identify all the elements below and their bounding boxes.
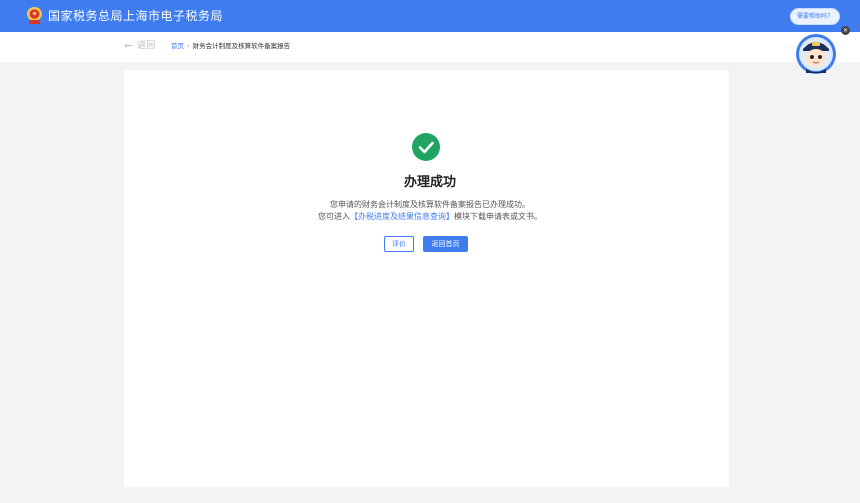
return-home-button[interactable]: 返回首页 xyxy=(423,236,468,252)
breadcrumb-current: 财务会计制度及核算软件备案报告 xyxy=(192,42,291,50)
breadcrumb-home-link[interactable]: 首页 xyxy=(171,42,184,51)
result-description-line2: 您可进入【办税进度及结果信息查询】模块下载申请表或文书。 xyxy=(0,211,860,222)
progress-query-link[interactable]: 【办税进度及结果信息查询】 xyxy=(350,212,454,221)
success-check-icon xyxy=(412,133,440,161)
help-button[interactable]: 需要帮助吗？ xyxy=(790,8,840,25)
tax-assistant-avatar-icon[interactable] xyxy=(795,33,837,75)
site-title: 国家税务总局上海市电子税务局 xyxy=(48,9,224,23)
result-title: 办理成功 xyxy=(403,175,456,190)
back-button[interactable]: ← 返回 xyxy=(124,40,155,52)
national-emblem-icon xyxy=(27,7,42,24)
result-description-prefix: 您可进入 xyxy=(318,212,350,221)
result-description-suffix: 模块下载申请表或文书。 xyxy=(454,212,542,221)
arrow-left-icon: ← xyxy=(124,39,134,52)
breadcrumb-separator: › xyxy=(187,42,190,50)
avatar-close-badge[interactable]: ✕ xyxy=(841,26,850,35)
result-description-line1: 您申请的财务会计制度及核算软件备案报告已办理成功。 xyxy=(330,200,530,209)
rate-button[interactable]: 评价 xyxy=(384,236,414,252)
breadcrumb: 首页 › 财务会计制度及核算软件备案报告 xyxy=(171,42,290,51)
back-label: 返回 xyxy=(137,41,156,51)
